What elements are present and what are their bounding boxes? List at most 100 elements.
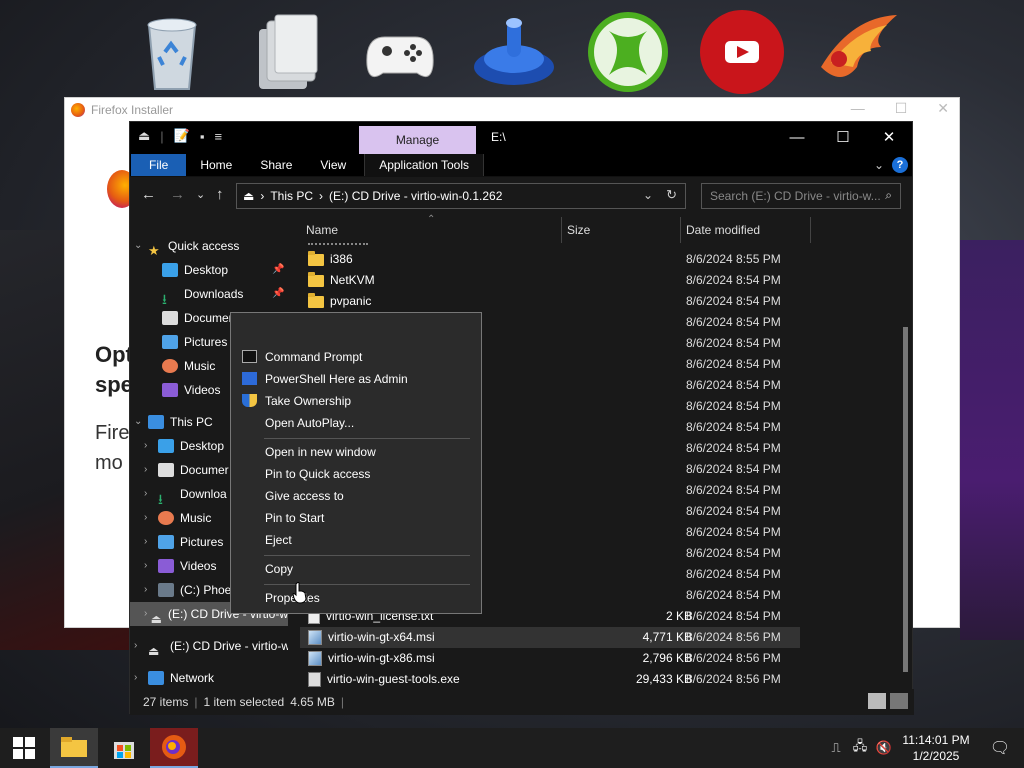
- new-folder-icon[interactable]: ▪: [200, 129, 205, 144]
- nav-downloads[interactable]: ⭳ Downloads 📌: [162, 282, 284, 307]
- nav-pc-music[interactable]: › Music: [144, 506, 211, 530]
- search-icon[interactable]: ⌕: [885, 188, 892, 203]
- nav-desktop[interactable]: Desktop 📌: [162, 258, 284, 282]
- menu-item-take-ownership[interactable]: Take Ownership: [232, 390, 480, 412]
- expand-arrow-icon[interactable]: ›: [134, 666, 148, 689]
- nav-quick-access[interactable]: ⌄ ★ Quick access: [134, 234, 239, 258]
- expand-arrow-icon[interactable]: ›: [144, 530, 158, 554]
- tab-application-tools[interactable]: Application Tools: [364, 154, 485, 176]
- nav-e-drive[interactable]: › ⏏ (E:) CD Drive - virtio-w: [134, 634, 288, 658]
- clock[interactable]: 11:14:01 PM 1/2/2025: [896, 732, 976, 764]
- nav-pc-documents[interactable]: › Documer: [144, 458, 229, 482]
- drive-icon[interactable]: ⏏: [138, 128, 150, 144]
- tab-share[interactable]: Share: [246, 154, 306, 176]
- usb-icon[interactable]: ⎍: [824, 740, 848, 756]
- maximize-icon[interactable]: ☐: [895, 100, 908, 117]
- menu-item-eject[interactable]: Eject: [232, 529, 480, 551]
- game-controller-icon[interactable]: [348, 4, 452, 100]
- column-divider[interactable]: [680, 217, 681, 243]
- nav-pc-desktop[interactable]: › Desktop: [144, 434, 224, 458]
- taskbar-firefox[interactable]: [150, 728, 198, 768]
- help-icon[interactable]: ?: [892, 157, 908, 173]
- expand-arrow-icon[interactable]: ⌄: [134, 234, 148, 258]
- address-dropdown-icon[interactable]: ⌄: [643, 188, 653, 202]
- expand-arrow-icon[interactable]: ›: [144, 482, 158, 506]
- breadcrumb-chevron-icon[interactable]: ›: [260, 189, 264, 203]
- list-item[interactable]: NetKVM 8/6/2024 8:54 PM: [300, 270, 800, 291]
- pin-icon[interactable]: 📌: [272, 258, 284, 282]
- expand-arrow-icon[interactable]: ›: [144, 578, 158, 602]
- taskbar-file-explorer[interactable]: [50, 728, 98, 768]
- expand-arrow-icon[interactable]: ›: [144, 458, 158, 482]
- menu-item-copy[interactable]: Copy: [232, 558, 480, 580]
- start-button[interactable]: [0, 728, 48, 768]
- column-divider[interactable]: [561, 217, 562, 243]
- volume-muted-icon[interactable]: 🔇: [872, 740, 896, 756]
- nav-pc-pictures[interactable]: › Pictures: [144, 530, 223, 554]
- network-icon[interactable]: 🖧: [848, 737, 872, 759]
- expand-arrow-icon[interactable]: ›: [144, 554, 158, 578]
- youtube-icon[interactable]: [690, 4, 794, 100]
- close-icon[interactable]: ✕: [937, 100, 949, 117]
- list-item-selected[interactable]: virtio-win-gt-x64.msi 4,771 KB 8/6/2024 …: [300, 627, 800, 648]
- xbox-icon[interactable]: [576, 4, 680, 100]
- address-bar[interactable]: ⏏ › This PC › (E:) CD Drive - virtio-win…: [236, 183, 686, 209]
- tab-file[interactable]: File: [131, 154, 187, 176]
- forward-arrow-icon[interactable]: →: [170, 186, 185, 203]
- taskbar-store[interactable]: [100, 728, 148, 768]
- expand-arrow-icon[interactable]: ⌄: [134, 410, 148, 434]
- column-header-size[interactable]: Size: [567, 215, 590, 245]
- nav-documents[interactable]: Documer: [162, 306, 233, 330]
- recent-locations-icon[interactable]: ⌄: [196, 188, 205, 201]
- close-button[interactable]: ✕: [866, 122, 912, 152]
- nav-pc-downloads[interactable]: › ⭳ Downloa: [144, 482, 227, 507]
- pin-icon[interactable]: 📌: [272, 282, 284, 306]
- menu-item-pin-quick-access[interactable]: Pin to Quick access: [232, 463, 480, 485]
- search-input[interactable]: Search (E:) CD Drive - virtio-w... ⌕: [701, 183, 901, 209]
- list-item[interactable]: virtio-win-guest-tools.exe 29,433 KB 8/6…: [300, 669, 800, 690]
- notification-icon[interactable]: 🗨: [976, 738, 1024, 758]
- recycle-bin-icon[interactable]: [120, 4, 224, 100]
- blue-app-icon[interactable]: [462, 4, 566, 100]
- breadcrumb-drive[interactable]: (E:) CD Drive - virtio-win-0.1.262: [329, 189, 502, 203]
- nav-pictures[interactable]: Pictures: [162, 330, 227, 354]
- tab-manage[interactable]: Manage: [359, 126, 476, 154]
- up-arrow-icon[interactable]: ↑: [216, 186, 224, 203]
- menu-item-powershell[interactable]: PowerShell Here as Admin: [232, 368, 480, 390]
- expand-arrow-icon[interactable]: ›: [134, 634, 148, 658]
- list-item[interactable]: i386 8/6/2024 8:55 PM: [300, 249, 800, 270]
- nav-this-pc[interactable]: ⌄ This PC: [134, 410, 213, 434]
- properties-icon[interactable]: 📝: [174, 128, 190, 144]
- expand-arrow-icon[interactable]: ›: [144, 434, 158, 458]
- expand-arrow-icon[interactable]: ›: [144, 602, 151, 626]
- breadcrumb-this-pc[interactable]: This PC: [270, 189, 313, 203]
- details-view-icon[interactable]: [868, 693, 886, 709]
- nav-videos[interactable]: Videos: [162, 378, 220, 402]
- phoenix-icon[interactable]: [804, 4, 908, 100]
- nav-c-drive[interactable]: › (C:) Phoe: [144, 578, 231, 602]
- nav-music[interactable]: Music: [162, 354, 215, 378]
- column-divider[interactable]: [810, 217, 811, 243]
- column-header-name[interactable]: Name: [306, 215, 338, 245]
- list-item[interactable]: virtio-win-gt-x86.msi 2,796 KB 8/6/2024 …: [300, 648, 800, 669]
- back-arrow-icon[interactable]: ←: [141, 186, 156, 203]
- maximize-button[interactable]: ☐: [820, 122, 866, 152]
- minimize-button[interactable]: —: [774, 122, 820, 152]
- menu-item-command-prompt[interactable]: Command Prompt: [232, 346, 480, 368]
- expand-arrow-icon[interactable]: ›: [144, 506, 158, 530]
- menu-item-properties[interactable]: Properties: [232, 587, 480, 609]
- menu-item-open-autoplay[interactable]: Open AutoPlay...: [232, 412, 480, 434]
- nav-network[interactable]: › Network: [134, 666, 214, 689]
- nav-pc-videos[interactable]: › Videos: [144, 554, 216, 578]
- vertical-scrollbar[interactable]: [903, 327, 908, 672]
- column-header-date[interactable]: Date modified: [686, 215, 760, 245]
- breadcrumb-chevron-icon[interactable]: ›: [319, 189, 323, 203]
- minimize-icon[interactable]: —: [851, 100, 865, 117]
- menu-item-pin-start[interactable]: Pin to Start: [232, 507, 480, 529]
- customize-toolbar-icon[interactable]: ≡: [214, 129, 222, 144]
- large-icons-view-icon[interactable]: [890, 693, 908, 709]
- tab-home[interactable]: Home: [186, 154, 246, 176]
- refresh-icon[interactable]: ↻: [666, 187, 677, 203]
- list-item[interactable]: pvpanic 8/6/2024 8:54 PM: [300, 291, 800, 312]
- tab-view[interactable]: View: [306, 154, 360, 176]
